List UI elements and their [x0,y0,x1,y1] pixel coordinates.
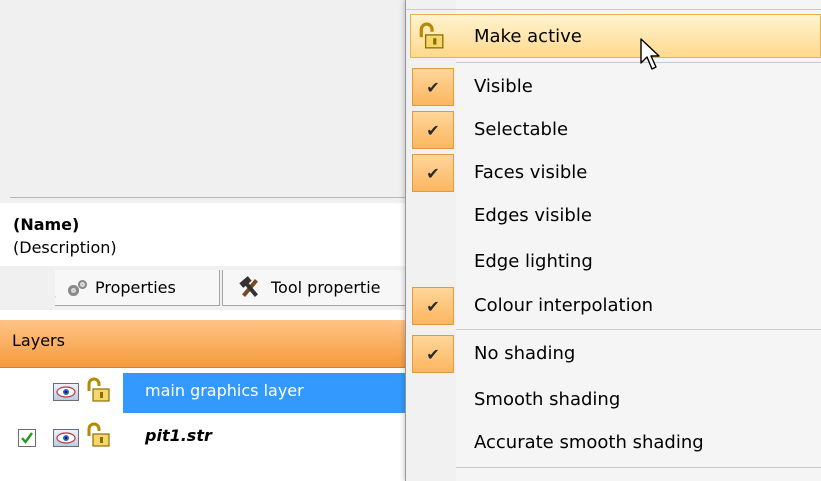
tab-properties-label: Properties [95,278,176,297]
menu-separator [406,9,821,10]
object-name: (Name) [13,215,80,234]
menu-item-accurate-smooth-shading[interactable]: Accurate smooth shading [474,432,704,453]
menu-item-no-shading[interactable]: No shading [474,343,575,364]
eye-icon[interactable] [53,383,79,401]
tab-properties[interactable]: Properties [55,270,220,306]
menu-item-colour-interpolation[interactable]: Colour interpolation [474,295,653,316]
mouse-cursor-icon [640,38,660,70]
preview-area [0,0,412,203]
layers-title: Layers [12,331,65,350]
layer-label: pit1.str [145,426,212,445]
check-icon: ✔ [412,287,454,325]
check-icon: ✔ [412,154,454,192]
checkbox[interactable] [18,429,36,447]
menu-separator [456,62,821,63]
gears-icon [67,279,89,296]
lock-icon [419,22,444,49]
menu-item-edge-lighting[interactable]: Edge lighting [474,251,593,272]
menu-item-smooth-shading[interactable]: Smooth shading [474,389,620,410]
menu-separator [456,329,821,330]
eye-icon[interactable] [53,429,79,447]
check-icon: ✔ [412,111,454,149]
menu-separator [456,467,821,468]
check-icon: ✔ [412,68,454,106]
object-description: (Description) [13,238,117,257]
menu-item-edges-visible[interactable]: Edges visible [474,205,592,226]
menu-item-faces-visible[interactable]: Faces visible [474,162,587,183]
menu-item-selectable[interactable]: Selectable [474,119,568,140]
menu-item-make-active[interactable]: Make active [474,26,582,47]
tab-tool-properties-label: Tool propertie [271,278,381,297]
divider [10,197,412,198]
tab-tool-properties[interactable]: Tool propertie [222,270,412,306]
menu-item-highlight [410,14,821,58]
menu-item-visible[interactable]: Visible [474,76,533,97]
lock-icon[interactable] [85,377,111,403]
hammer-wrench-icon [237,275,263,298]
lock-icon[interactable] [85,422,111,448]
layer-label: main graphics layer [145,381,304,400]
check-icon: ✔ [412,335,454,373]
